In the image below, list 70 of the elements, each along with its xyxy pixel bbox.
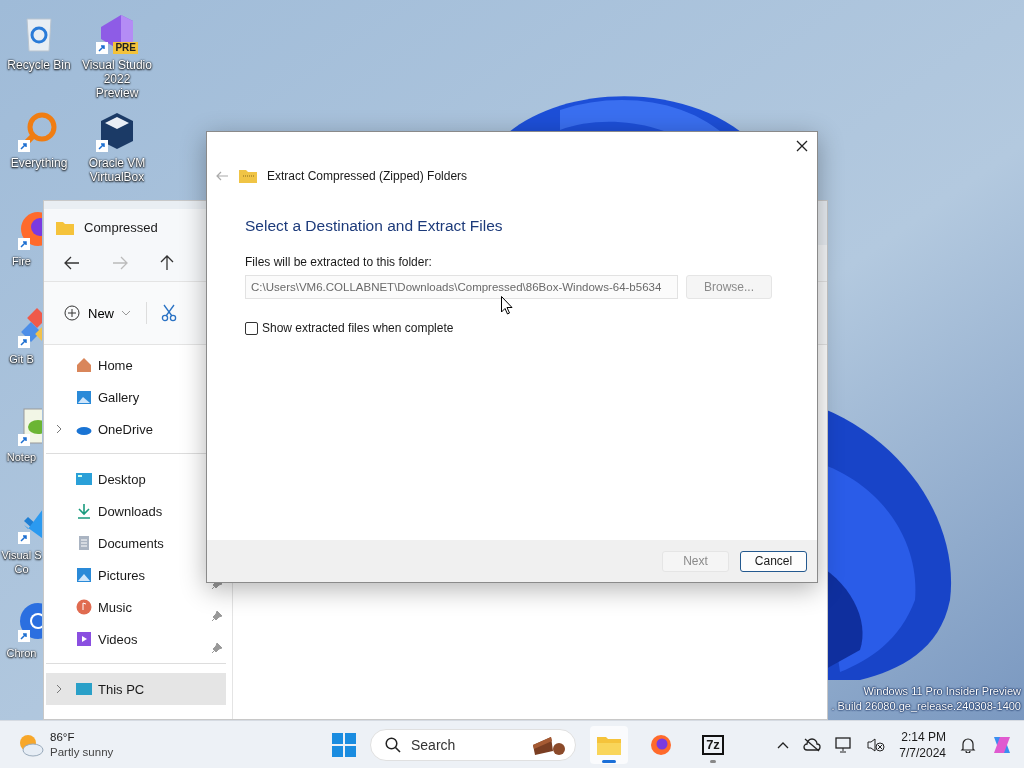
shortcut-arrow-icon bbox=[18, 140, 30, 152]
folder-icon bbox=[56, 219, 74, 235]
monitor-icon[interactable] bbox=[835, 736, 854, 753]
shortcut-arrow-icon bbox=[18, 630, 30, 642]
preview-badge: PRE bbox=[113, 42, 138, 54]
zipped-folder-icon bbox=[239, 168, 257, 183]
bell-icon[interactable] bbox=[960, 736, 976, 753]
search-icon bbox=[385, 736, 401, 753]
watermark-text: . Build 26080.ge_release.240308-1400 bbox=[831, 699, 1021, 714]
computer-icon bbox=[76, 681, 92, 697]
scissors-icon[interactable] bbox=[161, 304, 177, 322]
field-label: Files will be extracted to this folder: bbox=[245, 255, 432, 269]
desktop-icon-label: Visual Studio 2022 Preview bbox=[81, 58, 153, 100]
house-icon bbox=[76, 357, 92, 373]
volume-muted-icon[interactable] bbox=[867, 736, 886, 753]
folder-icon bbox=[597, 734, 621, 755]
mouse-pointer-icon bbox=[501, 296, 513, 315]
music-note-icon bbox=[76, 599, 92, 615]
sidebar-item[interactable]: Videos bbox=[46, 623, 226, 655]
up-arrow-icon[interactable] bbox=[160, 255, 174, 271]
monitor-icon bbox=[76, 471, 92, 487]
destination-path-field[interactable]: C:\Users\VM6.COLLABNET\Downloads\Compressed\86Box-Windows-64-b5634 bbox=[245, 275, 678, 299]
pin-icon[interactable] bbox=[212, 611, 222, 621]
desktop-icon-label: Chron bbox=[5, 646, 38, 660]
cloud-off-icon[interactable] bbox=[803, 737, 822, 752]
image-icon bbox=[76, 389, 92, 405]
explorer-taskbar-button[interactable] bbox=[590, 725, 628, 764]
close-icon[interactable] bbox=[796, 140, 808, 152]
chevron-icon[interactable] bbox=[56, 684, 62, 694]
browser-icon bbox=[650, 733, 672, 756]
shortcut-arrow-icon bbox=[18, 434, 30, 446]
cancel-button[interactable]: Cancel bbox=[740, 550, 807, 572]
dialog-heading: Select a Destination and Extract Files bbox=[245, 217, 503, 235]
caret-up-icon[interactable] bbox=[777, 740, 790, 749]
image-icon bbox=[76, 567, 92, 583]
video-icon bbox=[76, 631, 92, 647]
sevenzip-taskbar-button[interactable]: 7z bbox=[694, 725, 732, 764]
temperature-text: 86°F bbox=[50, 729, 76, 745]
plus-icon bbox=[64, 305, 80, 321]
caret-icon bbox=[122, 310, 130, 316]
pin-icon[interactable] bbox=[212, 643, 222, 653]
desktop-icon-label: Notep bbox=[5, 450, 38, 464]
desktop-icon-label: Oracle VM VirtualBox bbox=[87, 156, 147, 184]
desktop-icon-label: Git B bbox=[8, 352, 35, 366]
download-arrow-icon bbox=[76, 503, 92, 519]
clock-time[interactable]: 2:14 PM bbox=[901, 728, 946, 745]
weather-condition: Partly sunny bbox=[50, 744, 114, 760]
sidebar-item[interactable]: Music bbox=[46, 591, 226, 623]
shortcut-arrow-icon bbox=[18, 238, 30, 250]
desktop-icon-label: Fire bbox=[11, 254, 32, 268]
document-icon bbox=[76, 535, 92, 551]
search-field[interactable]: Search bbox=[370, 728, 576, 761]
watermark-text: Windows 11 Pro Insider Preview bbox=[863, 684, 1021, 699]
shortcut-arrow-icon bbox=[18, 336, 30, 348]
back-arrow-icon[interactable] bbox=[64, 256, 80, 270]
shortcut-arrow-icon bbox=[18, 532, 30, 544]
new-button[interactable]: New bbox=[62, 301, 132, 325]
show-files-checkbox[interactable]: Show extracted files when complete bbox=[245, 321, 454, 335]
desktop-icon-label: Everything bbox=[9, 156, 69, 170]
shortcut-arrow-icon bbox=[96, 42, 108, 54]
running-indicator bbox=[602, 759, 616, 763]
shortcut-arrow-icon bbox=[96, 140, 108, 152]
running-indicator bbox=[710, 759, 716, 763]
desktop-icon-label: Visual S Co bbox=[0, 548, 43, 576]
start-icon[interactable] bbox=[332, 732, 356, 757]
sidebar-item[interactable]: This PC bbox=[46, 673, 226, 705]
clock-date[interactable]: 7/7/2024 bbox=[899, 744, 946, 761]
chevron-icon[interactable] bbox=[56, 424, 62, 434]
dialog-title: Extract Compressed (Zipped) Folders bbox=[267, 168, 468, 183]
desktop-icon-label: Recycle Bin bbox=[6, 58, 72, 72]
